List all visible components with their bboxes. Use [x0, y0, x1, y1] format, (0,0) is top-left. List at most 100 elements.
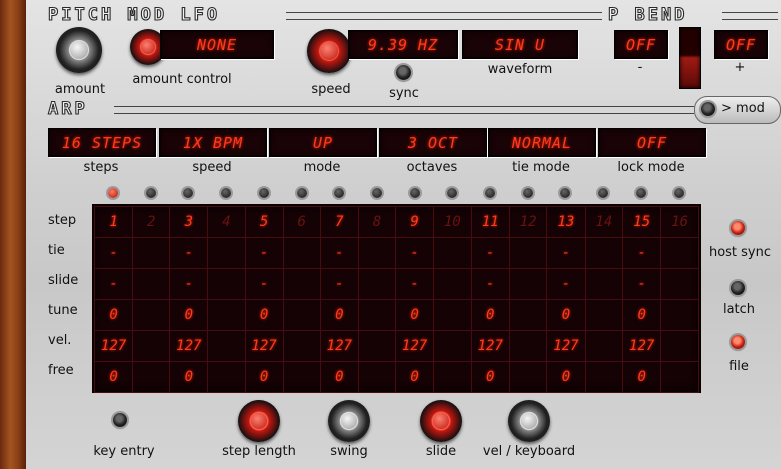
- step-cell[interactable]: 15: [622, 206, 662, 238]
- step-cell[interactable]: 0: [546, 299, 586, 331]
- step-cell[interactable]: 13: [546, 206, 586, 238]
- step-cell[interactable]: [433, 237, 472, 269]
- step-cell[interactable]: 0: [394, 299, 435, 331]
- step-cell[interactable]: [584, 237, 624, 269]
- step-cell[interactable]: 0: [470, 361, 510, 393]
- step-sequencer-grid[interactable]: 1 2 3 4 5 6 7 8 9 10 11 12 13 14 15 16- - - - - - - - - - - - - - - -0…: [92, 204, 701, 393]
- step-cell[interactable]: 0: [622, 361, 662, 393]
- arp-steps-display[interactable]: 16 STEPS: [48, 128, 156, 157]
- step-cell[interactable]: -: [169, 268, 209, 300]
- step-cell[interactable]: 3: [169, 206, 209, 238]
- step-cell[interactable]: 1: [93, 206, 134, 238]
- step-cell[interactable]: -: [319, 268, 359, 300]
- step-cell[interactable]: [660, 330, 699, 362]
- step-cell[interactable]: [433, 268, 472, 300]
- lfo-sync-button[interactable]: [396, 65, 411, 80]
- step-cell[interactable]: -: [319, 237, 359, 269]
- step-cell[interactable]: -: [470, 237, 510, 269]
- latch-button[interactable]: [731, 281, 745, 295]
- step-cell[interactable]: 11: [470, 206, 510, 238]
- step-cell[interactable]: -: [622, 237, 662, 269]
- step-cell[interactable]: 7: [319, 206, 359, 238]
- pitch-bend-slider[interactable]: [679, 27, 701, 89]
- mod-toggle[interactable]: > mod: [694, 96, 781, 124]
- key-entry-button[interactable]: [113, 413, 127, 427]
- step-cell[interactable]: [508, 268, 548, 300]
- step-cell[interactable]: [282, 237, 321, 269]
- pbend-minus-display[interactable]: OFF: [614, 30, 668, 59]
- amount-control-display[interactable]: NONE: [160, 30, 274, 59]
- step-cell[interactable]: [207, 330, 246, 362]
- step-cell[interactable]: 0: [319, 299, 359, 331]
- step-cell[interactable]: 127: [93, 330, 134, 362]
- lfo-speed-knob[interactable]: [307, 29, 351, 73]
- step-cell[interactable]: -: [93, 268, 134, 300]
- step-cell[interactable]: [282, 361, 321, 393]
- step-cell[interactable]: [433, 361, 472, 393]
- step-cell[interactable]: 0: [244, 299, 284, 331]
- step-cell[interactable]: 0: [93, 299, 134, 331]
- step-cell[interactable]: [357, 361, 397, 393]
- vel-keyboard-knob[interactable]: [508, 400, 550, 442]
- step-cell[interactable]: -: [546, 237, 586, 269]
- step-cell[interactable]: [433, 330, 472, 362]
- arp-tie-mode-display[interactable]: NORMAL: [488, 128, 596, 157]
- step-cell[interactable]: -: [394, 237, 435, 269]
- step-cell[interactable]: 0: [93, 361, 134, 393]
- step-cell[interactable]: 10: [433, 206, 472, 238]
- file-button[interactable]: [731, 335, 745, 349]
- step-cell[interactable]: [132, 268, 171, 300]
- step-cell[interactable]: -: [470, 268, 510, 300]
- step-cell[interactable]: [282, 268, 321, 300]
- step-cell[interactable]: [207, 268, 246, 300]
- step-cell[interactable]: [357, 330, 397, 362]
- step-cell[interactable]: 5: [244, 206, 284, 238]
- step-cell[interactable]: 127: [394, 330, 435, 362]
- step-cell[interactable]: [357, 237, 397, 269]
- step-cell[interactable]: [508, 361, 548, 393]
- step-cell[interactable]: 12: [508, 206, 548, 238]
- step-cell[interactable]: -: [244, 268, 284, 300]
- step-cell[interactable]: 0: [244, 361, 284, 393]
- step-cell[interactable]: 0: [169, 299, 209, 331]
- step-cell[interactable]: 127: [244, 330, 284, 362]
- step-cell[interactable]: [357, 299, 397, 331]
- pbend-plus-display[interactable]: OFF: [714, 30, 768, 59]
- slide-knob[interactable]: [420, 400, 462, 442]
- step-cell[interactable]: 127: [319, 330, 359, 362]
- step-cell[interactable]: [508, 299, 548, 331]
- step-cell[interactable]: [207, 361, 246, 393]
- step-cell[interactable]: [132, 330, 171, 362]
- step-cell[interactable]: 0: [622, 299, 662, 331]
- waveform-display[interactable]: SIN U: [462, 30, 578, 59]
- step-cell[interactable]: 0: [319, 361, 359, 393]
- step-cell[interactable]: 4: [207, 206, 246, 238]
- step-cell[interactable]: [508, 237, 548, 269]
- arp-speed-display[interactable]: 1X BPM: [159, 128, 267, 157]
- step-cell[interactable]: 0: [546, 361, 586, 393]
- step-cell[interactable]: [584, 361, 624, 393]
- swing-knob[interactable]: [328, 400, 370, 442]
- arp-octaves-display[interactable]: 3 OCT: [379, 128, 487, 157]
- step-cell[interactable]: 16: [660, 206, 699, 238]
- step-cell[interactable]: [660, 299, 699, 331]
- step-cell[interactable]: [282, 330, 321, 362]
- step-cell[interactable]: 127: [470, 330, 510, 362]
- lfo-rate-display[interactable]: 9.39 HZ: [348, 30, 458, 59]
- step-cell[interactable]: 0: [394, 361, 435, 393]
- step-cell[interactable]: [660, 361, 699, 393]
- step-cell[interactable]: 0: [169, 361, 209, 393]
- step-cell[interactable]: [357, 268, 397, 300]
- step-cell[interactable]: [584, 268, 624, 300]
- step-cell[interactable]: -: [394, 268, 435, 300]
- step-cell[interactable]: [508, 330, 548, 362]
- step-cell[interactable]: 6: [282, 206, 321, 238]
- arp-mode-display[interactable]: UP: [269, 128, 377, 157]
- step-cell[interactable]: [660, 237, 699, 269]
- step-cell[interactable]: 8: [357, 206, 397, 238]
- step-cell[interactable]: [433, 299, 472, 331]
- step-cell[interactable]: -: [546, 268, 586, 300]
- step-cell[interactable]: [282, 299, 321, 331]
- step-cell[interactable]: 2: [132, 206, 171, 238]
- step-cell[interactable]: -: [93, 237, 134, 269]
